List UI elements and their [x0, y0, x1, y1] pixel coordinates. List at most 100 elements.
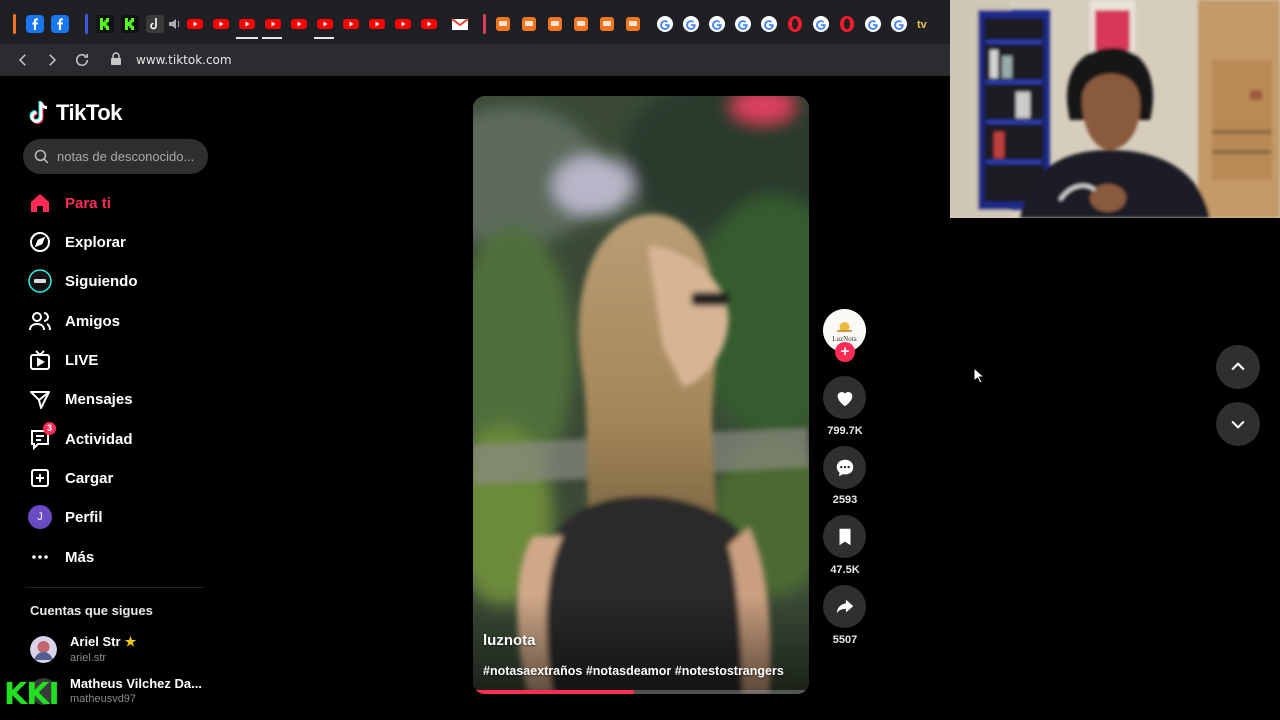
save-button[interactable] — [823, 515, 866, 558]
google-tab-icon[interactable] — [864, 15, 882, 33]
comment-count: 2593 — [832, 494, 858, 506]
youtube-tab-icon[interactable] — [186, 15, 204, 33]
sidebar-item-label: Amigos — [65, 312, 121, 330]
comment-icon — [836, 459, 853, 476]
video-progress-bar[interactable] — [473, 690, 809, 694]
url-text[interactable]: www.tiktok.com — [136, 53, 232, 67]
tiktok-tab-icon[interactable] — [146, 15, 164, 33]
youtube-tab-icon[interactable] — [342, 15, 360, 33]
lock-icon[interactable] — [110, 52, 122, 66]
sidebar-item-label: Para ti — [65, 194, 111, 212]
sidebar-item-live[interactable]: LIVE — [25, 343, 98, 377]
browser-address-bar: www.tiktok.com — [0, 44, 950, 76]
profile-avatar: J — [25, 502, 55, 532]
google-tab-icon[interactable] — [682, 15, 700, 33]
video-progress-fill — [473, 690, 635, 694]
account-handle: ariel.str — [70, 652, 107, 664]
sidebar-item-para-ti[interactable]: Para ti — [25, 186, 111, 220]
opera-tab-icon[interactable] — [838, 15, 856, 33]
sidebar-item-cargar[interactable]: Cargar — [25, 461, 113, 495]
search-icon — [34, 149, 49, 164]
youtube-tab-icon[interactable] — [394, 15, 412, 33]
svg-text:tv: tv — [917, 19, 928, 31]
like-button[interactable] — [823, 376, 866, 419]
google-tab-icon[interactable] — [656, 15, 674, 33]
active-tab-indicator — [314, 37, 334, 39]
blogger-tab-icon[interactable] — [546, 15, 564, 33]
youtube-tab-icon[interactable] — [420, 15, 438, 33]
active-tab-indicator — [262, 37, 282, 39]
bookmark-icon — [839, 528, 850, 545]
facebook-tab-icon[interactable] — [26, 15, 44, 33]
blogger-tab-icon[interactable] — [624, 15, 642, 33]
sidebar-item-amigos[interactable]: Amigos — [25, 304, 120, 338]
search-input[interactable] — [57, 139, 202, 174]
youtube-tab-icon[interactable] — [238, 15, 256, 33]
reload-icon[interactable] — [73, 51, 91, 69]
google-tab-icon[interactable] — [890, 15, 908, 33]
blogger-tab-icon[interactable] — [494, 15, 512, 33]
tab-separator — [483, 14, 486, 34]
speaker-icon[interactable] — [166, 15, 184, 33]
sidebar-item-label: LIVE — [65, 351, 99, 369]
blogger-tab-icon[interactable] — [572, 15, 590, 33]
previous-video-button[interactable] — [1216, 345, 1260, 389]
sidebar-divider — [25, 587, 203, 588]
account-name: Ariel Str — [70, 634, 121, 649]
tab-separator — [85, 14, 88, 34]
sidebar-item-perfil[interactable]: J Perfil — [25, 500, 103, 534]
sidebar-item-label: Explorar — [65, 233, 126, 251]
webcam-feed — [950, 0, 1280, 218]
video-player[interactable]: luznota #notasaextraños #notasdeamor #no… — [473, 96, 809, 694]
sidebar-item-label: Perfil — [65, 508, 103, 526]
sidebar-item-explorar[interactable]: Explorar — [25, 225, 126, 259]
youtube-tab-icon[interactable] — [264, 15, 282, 33]
comment-button[interactable] — [823, 446, 866, 489]
tab-separator — [13, 14, 16, 34]
profile-avatar-letter: J — [28, 505, 52, 529]
tiktok-logo[interactable]: TikTok — [28, 100, 122, 126]
video-hashtags[interactable]: #notasaextraños #notasdeamor #notestostr… — [483, 664, 784, 678]
compass-icon — [25, 227, 55, 257]
sidebar-item-siguiendo[interactable]: Siguiendo — [25, 264, 138, 298]
chevron-down-icon — [1231, 420, 1245, 429]
share-button[interactable] — [823, 585, 866, 628]
messages-icon — [25, 384, 55, 414]
opera-tab-icon[interactable] — [786, 15, 804, 33]
sidebar-item-label: Cargar — [65, 469, 114, 487]
google-tab-icon[interactable] — [708, 15, 726, 33]
sidebar-item-label: Mensajes — [65, 390, 133, 408]
next-video-button[interactable] — [1216, 402, 1260, 446]
youtube-tab-icon[interactable] — [316, 15, 334, 33]
follow-button[interactable]: + — [835, 342, 855, 362]
google-tab-icon[interactable] — [760, 15, 778, 33]
account-name: Matheus Vilchez Da... — [70, 676, 202, 691]
active-tab-indicator — [236, 37, 258, 39]
blogger-tab-icon[interactable] — [520, 15, 538, 33]
tv-tab-icon[interactable]: tv — [916, 15, 934, 33]
youtube-tab-icon[interactable] — [212, 15, 230, 33]
forward-icon[interactable] — [43, 51, 61, 69]
search-box[interactable] — [23, 139, 208, 174]
video-author[interactable]: luznota — [483, 632, 536, 649]
activity-badge: 3 — [43, 422, 56, 435]
gmail-tab-icon[interactable] — [451, 15, 469, 33]
account-handle: matheusvd97 — [70, 693, 137, 705]
back-icon[interactable] — [14, 51, 32, 69]
kick-tab-icon[interactable] — [96, 15, 114, 33]
kick-tab-icon[interactable] — [121, 15, 139, 33]
sidebar-item-actividad[interactable]: 3 Actividad — [25, 422, 133, 456]
sidebar-item-mensajes[interactable]: Mensajes — [25, 382, 133, 416]
following-icon — [25, 266, 55, 296]
followed-account[interactable]: Ariel Str ★ ariel.str — [30, 634, 136, 664]
chevron-up-icon — [1231, 362, 1245, 371]
webcam-overlay — [950, 0, 1280, 218]
youtube-tab-icon[interactable] — [290, 15, 308, 33]
google-tab-icon[interactable] — [734, 15, 752, 33]
google-tab-icon[interactable] — [812, 15, 830, 33]
blogger-tab-icon[interactable] — [598, 15, 616, 33]
facebook-tab-icon[interactable] — [51, 15, 69, 33]
live-icon — [25, 345, 55, 375]
youtube-tab-icon[interactable] — [368, 15, 386, 33]
sidebar-item-mas[interactable]: Más — [25, 540, 94, 574]
